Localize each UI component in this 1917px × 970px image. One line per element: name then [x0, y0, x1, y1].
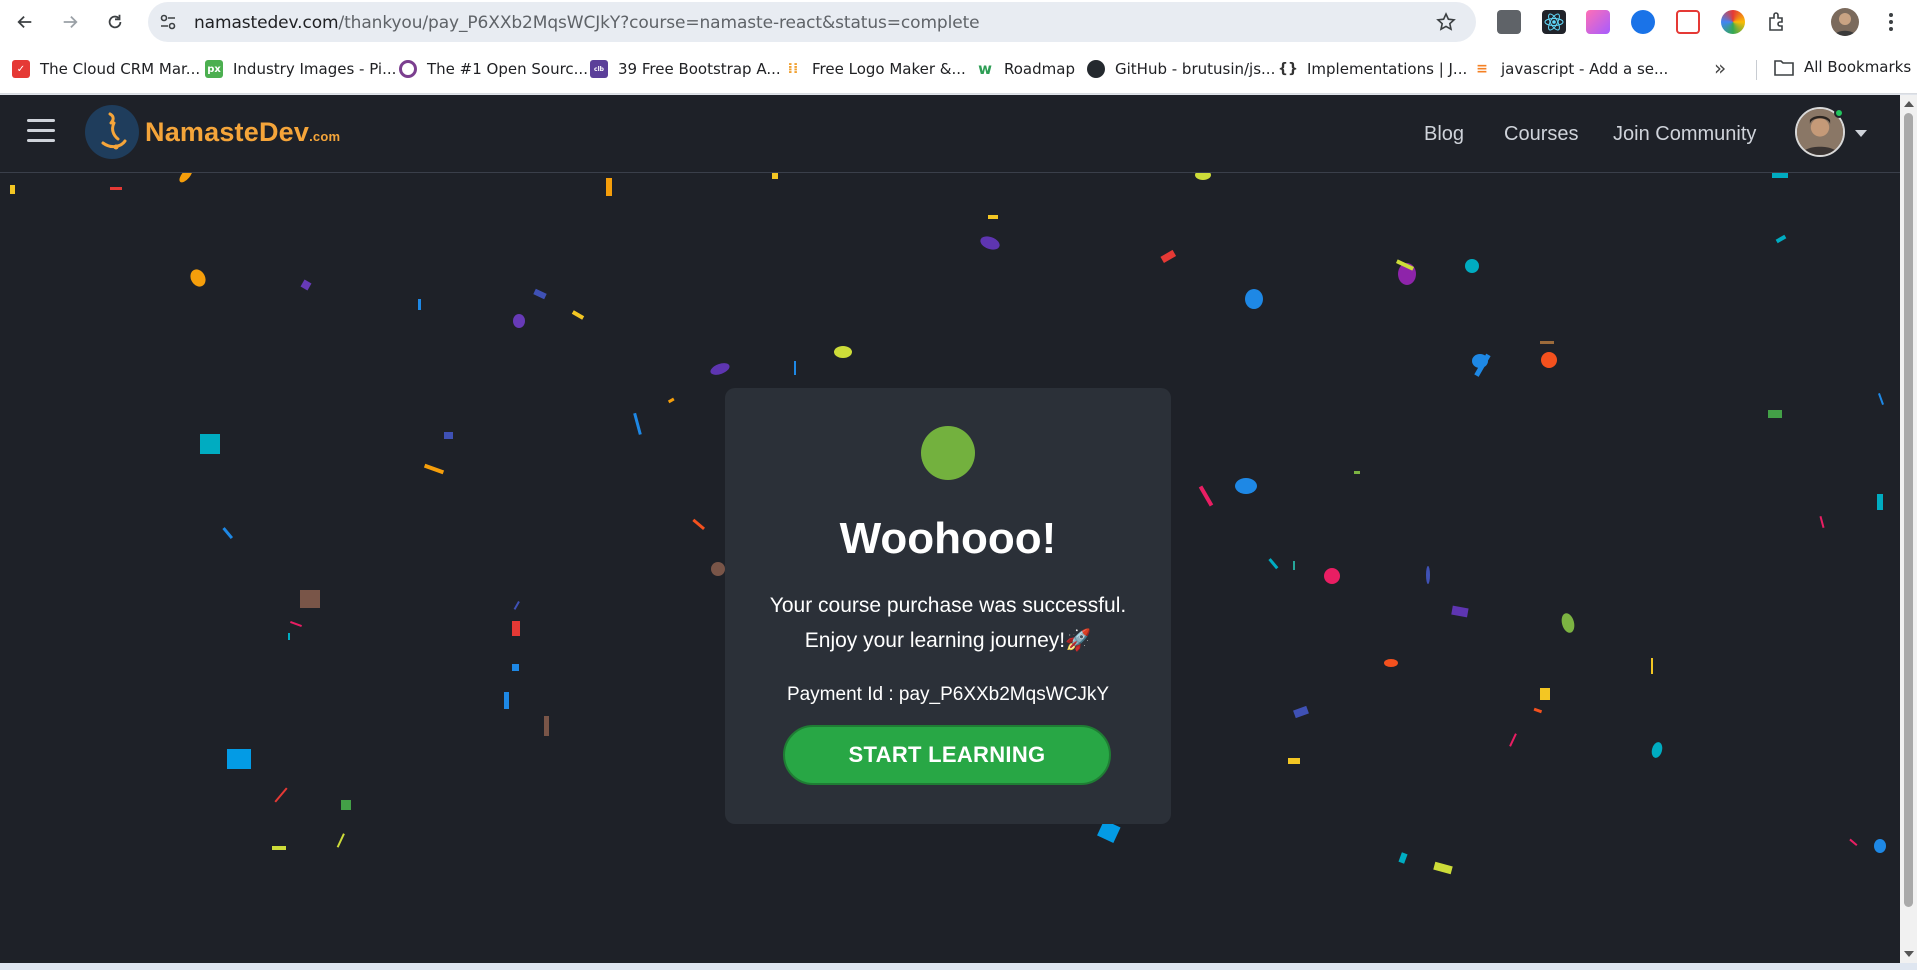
success-message-line1: Your course purchase was successful. — [769, 594, 1127, 617]
bookmark-item[interactable]: ✓ The Cloud CRM Mar... — [12, 58, 200, 80]
bookmark-item[interactable]: px Industry Images - Pi... — [205, 58, 396, 80]
browser-toolbar: namastedev.com/thankyou/pay_P6XXb2MqsWCJ… — [0, 0, 1917, 44]
bookmark-label: The #1 Open Sourc... — [427, 60, 588, 78]
logo-maker-favicon-icon: ⁞⁞ — [787, 61, 799, 77]
nav-join-community-link[interactable]: Join Community — [1613, 123, 1756, 146]
reload-icon — [108, 14, 122, 29]
window-bottom-edge — [0, 963, 1917, 970]
start-learning-button[interactable]: START LEARNING — [783, 725, 1111, 785]
bookmark-item[interactable]: {} Implementations | J... — [1278, 58, 1468, 80]
url-host: namastedev.com — [194, 13, 339, 33]
bookmark-label: javascript - Add a se... — [1501, 60, 1669, 78]
github-favicon-icon — [1087, 60, 1105, 78]
opensource-favicon-icon — [399, 60, 417, 78]
react-devtools-icon[interactable] — [1542, 10, 1566, 34]
roadmap-favicon-icon: w — [978, 60, 992, 78]
bookmarks-bar: ✓ The Cloud CRM Mar... px Industry Images … — [0, 44, 1917, 94]
bookmark-item[interactable]: ⁞⁞ Free Logo Maker &... — [784, 58, 966, 80]
success-title: Woohooo! — [839, 514, 1057, 563]
nav-blog-link[interactable]: Blog — [1424, 123, 1464, 146]
online-status-dot — [1834, 108, 1844, 118]
extension-1-icon[interactable] — [1497, 10, 1521, 34]
pixabay-favicon-icon: px — [205, 60, 223, 78]
page-viewport: NamasteDev.com Blog Courses Join Communi… — [0, 95, 1900, 963]
logo-wordmark: NamasteDev — [145, 117, 310, 147]
bookmark-label: Implementations | J... — [1307, 60, 1468, 78]
scroll-down-arrow-icon[interactable] — [1904, 951, 1914, 957]
forward-button[interactable] — [56, 8, 84, 36]
bookmark-label: The Cloud CRM Mar... — [40, 60, 201, 78]
browser-profile-avatar[interactable] — [1831, 8, 1859, 36]
browser-menu-icon[interactable] — [1881, 10, 1901, 34]
bookmark-label: 39 Free Bootstrap A... — [618, 60, 781, 78]
bookmark-item[interactable]: The #1 Open Sourc... — [399, 58, 588, 80]
extension-blue-icon[interactable] — [1631, 10, 1655, 34]
screen-capture-icon[interactable] — [1676, 10, 1700, 34]
hamburger-menu-icon[interactable] — [27, 119, 55, 143]
address-bar[interactable]: namastedev.com/thankyou/pay_P6XXb2MqsWCJ… — [148, 2, 1476, 42]
crm-favicon-icon: ✓ — [12, 60, 30, 78]
back-button[interactable] — [11, 8, 39, 36]
site-header: NamasteDev.com Blog Courses Join Communi… — [0, 95, 1900, 173]
reload-button[interactable] — [101, 8, 129, 36]
bookmark-label: Industry Images - Pi... — [233, 60, 397, 78]
site-logo-text[interactable]: NamasteDev.com — [145, 117, 340, 148]
success-message: Your course purchase was successful. Enj… — [725, 588, 1171, 658]
payment-id-row: Payment Id : pay_P6XXb2MqsWCJkY — [725, 684, 1171, 706]
success-card: Woohooo! Your course purchase was succes… — [725, 388, 1171, 824]
color-picker-icon[interactable] — [1721, 10, 1745, 34]
site-settings-icon[interactable] — [158, 12, 178, 32]
arrow-right-icon — [63, 15, 78, 29]
scrollbar-thumb[interactable] — [1904, 113, 1913, 907]
color-extension-icon[interactable] — [1586, 10, 1610, 34]
more-bookmarks-button[interactable]: » — [1714, 56, 1726, 80]
json-favicon-icon: {} — [1278, 61, 1298, 77]
bookmark-label: Roadmap — [1004, 60, 1075, 78]
bookmark-star-icon[interactable] — [1436, 12, 1456, 32]
success-message-line2: Enjoy your learning journey!🚀 — [804, 629, 1092, 652]
bookmark-label: Free Logo Maker &... — [812, 60, 966, 78]
extensions-puzzle-icon[interactable] — [1766, 10, 1790, 34]
bookmark-item[interactable]: ≡ javascript - Add a se... — [1473, 58, 1668, 80]
colorlib-favicon-icon: clb — [590, 60, 608, 78]
payment-id-value: pay_P6XXb2MqsWCJkY — [898, 684, 1110, 705]
namastedev-logo-icon[interactable] — [85, 105, 139, 159]
all-bookmarks-label: All Bookmarks — [1804, 58, 1912, 76]
url-text[interactable]: namastedev.com/thankyou/pay_P6XXb2MqsWCJ… — [194, 13, 980, 33]
bookmark-item[interactable]: w Roadmap — [976, 58, 1075, 80]
payment-id-label: Payment Id : — [786, 684, 894, 705]
caret-down-icon[interactable] — [1855, 130, 1867, 137]
arrow-left-icon — [17, 15, 32, 29]
page-scrollbar[interactable] — [1900, 95, 1917, 963]
folder-icon — [1774, 60, 1794, 76]
url-path: /thankyou/pay_P6XXb2MqsWCJkY?course=nama… — [338, 13, 980, 33]
success-check-icon — [921, 426, 975, 480]
stackoverflow-favicon-icon: ≡ — [1476, 61, 1488, 77]
bookmark-item[interactable]: GitHub - brutusin/js... — [1087, 58, 1275, 80]
bookmark-label: GitHub - brutusin/js... — [1115, 60, 1276, 78]
all-bookmarks-button[interactable]: All Bookmarks — [1774, 58, 1911, 76]
nav-courses-link[interactable]: Courses — [1504, 123, 1578, 146]
bookmark-item[interactable]: clb 39 Free Bootstrap A... — [590, 58, 781, 80]
scroll-up-arrow-icon[interactable] — [1904, 101, 1914, 107]
bookmarks-divider — [1756, 60, 1757, 80]
logo-suffix: .com — [309, 129, 341, 144]
